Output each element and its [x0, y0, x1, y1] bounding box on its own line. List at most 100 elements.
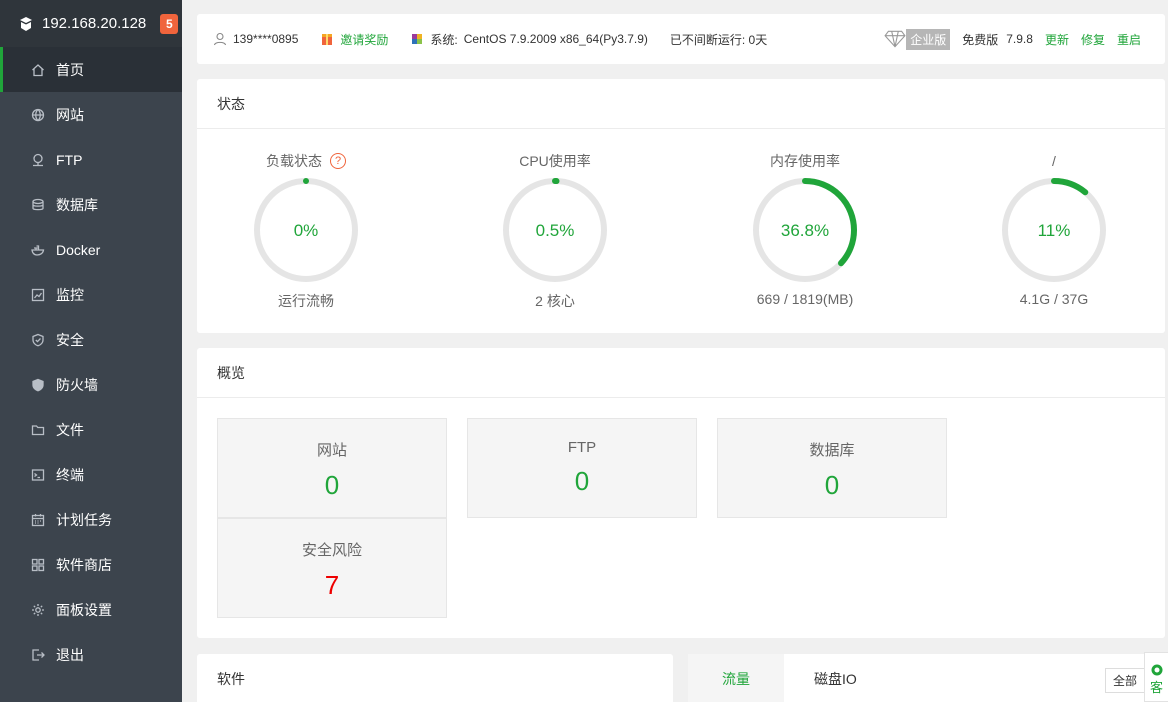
sidebar-item-label: 面板设置 [56, 601, 112, 618]
gauge-subtext: 2 核心 [535, 293, 575, 309]
sidebar-item-store[interactable]: 软件商店 [0, 542, 182, 587]
chat-icon [1151, 664, 1162, 676]
notification-badge[interactable]: 5 [160, 13, 179, 34]
customer-service-button[interactable]: 客 [1144, 652, 1168, 702]
sidebar: 192.168.20.128 5 首页 网站 FTP 数据库 Docker 监控 [0, 0, 182, 702]
ftp-icon [30, 152, 46, 168]
sidebar-item-security[interactable]: 安全 [0, 317, 182, 362]
firewall-icon [30, 377, 46, 393]
panel-version: 7.9.8 [1006, 32, 1033, 46]
home-icon [30, 62, 46, 78]
sidebar-item-label: 首页 [56, 61, 84, 78]
gauge-value: 11% [1038, 221, 1071, 240]
status-panel: 状态 负载状态? 0% 运行流畅 CPU使用率 0.5% 2 核心 内存使用率 … [197, 79, 1165, 333]
sidebar-item-logout[interactable]: 退出 [0, 632, 182, 677]
gauge-load[interactable]: 负载状态? 0% 运行流畅 [231, 151, 381, 311]
invite-reward-label: 邀请奖励 [340, 32, 389, 47]
edition-label: 免费版 [962, 32, 999, 47]
gauge-ring: 11% [1002, 178, 1106, 282]
help-icon[interactable]: ? [330, 153, 346, 169]
gear-icon [30, 602, 46, 618]
repair-link[interactable]: 修复 [1081, 31, 1105, 48]
sidebar-item-label: 监控 [56, 286, 84, 303]
sidebar-item-website[interactable]: 网站 [0, 92, 182, 137]
gauge-memory[interactable]: 内存使用率 36.8% 669 / 1819(MB) [730, 151, 880, 307]
shield-check-icon [30, 332, 46, 348]
card-name: 网站 [316, 442, 347, 459]
sidebar-header[interactable]: 192.168.20.128 5 [0, 0, 182, 47]
server-ip: 192.168.20.128 [42, 15, 147, 32]
apps-icon [30, 557, 46, 573]
logo-icon [20, 16, 32, 31]
sidebar-menu: 首页 网站 FTP 数据库 Docker 监控 安全 防火墙 文件 终端 计划任… [0, 47, 182, 677]
calendar-icon [30, 512, 46, 528]
card-value: 0 [574, 466, 590, 496]
update-link[interactable]: 更新 [1045, 31, 1069, 48]
gauge-label: / [1052, 153, 1056, 169]
sidebar-item-label: 文件 [56, 421, 84, 438]
system-info: 系统: CentOS 7.9.2009 x86_64(Py3.7.9) [410, 31, 648, 48]
globe-icon [30, 107, 46, 123]
sidebar-item-database[interactable]: 数据库 [0, 182, 182, 227]
sidebar-item-monitor[interactable]: 监控 [0, 272, 182, 317]
gauge-cpu[interactable]: CPU使用率 0.5% 2 核心 [480, 151, 630, 311]
sidebar-item-label: 防火墙 [56, 376, 98, 393]
monitor-icon [30, 287, 46, 303]
gauge-value: 0% [294, 221, 319, 240]
uptime: 已不间断运行: 0天 [670, 31, 767, 48]
sidebar-item-label: FTP [56, 151, 83, 168]
enterprise-tag: 企业版 [906, 28, 951, 50]
tab-disk-io[interactable]: 磁盘IO [784, 654, 891, 702]
folder-icon [30, 422, 46, 438]
sidebar-item-cron[interactable]: 计划任务 [0, 497, 182, 542]
gauge-disk[interactable]: / 11% 4.1G / 37G [979, 151, 1129, 307]
overview-card-website[interactable]: 网站 0 [217, 418, 447, 518]
terminal-icon [30, 467, 46, 483]
sidebar-item-ftp[interactable]: FTP [0, 137, 182, 182]
sidebar-item-label: 软件商店 [56, 556, 112, 573]
gauge-subtext: 运行流畅 [278, 293, 334, 309]
sidebar-item-firewall[interactable]: 防火墙 [0, 362, 182, 407]
overview-title: 概览 [197, 348, 1165, 398]
card-name: 数据库 [809, 442, 855, 459]
database-icon [30, 197, 46, 213]
system-version: CentOS 7.9.2009 x86_64(Py3.7.9) [463, 32, 648, 46]
traffic-panel: 流量 磁盘IO 全部 [688, 654, 1165, 702]
gauge-value: 36.8% [781, 221, 829, 240]
overview-panel: 概览 网站 0 FTP 0 数据库 0 安全风险 7 [197, 348, 1165, 638]
username: 139****0895 [233, 32, 299, 46]
traffic-interface-select[interactable]: 全部 [1104, 668, 1145, 693]
traffic-tabs: 流量 磁盘IO [688, 654, 1165, 702]
sidebar-item-home[interactable]: 首页 [0, 47, 182, 92]
gauge-value: 0.5% [536, 221, 575, 240]
gauge-label: 负载状态 [266, 153, 322, 169]
sidebar-item-label: 计划任务 [56, 511, 112, 528]
sidebar-item-label: 网站 [56, 106, 84, 123]
sidebar-item-settings[interactable]: 面板设置 [0, 587, 182, 632]
enterprise-edition-badge[interactable]: 企业版 [884, 28, 951, 50]
top-info-bar: 139****0895 邀请奖励 系统: CentOS 7.9.2009 x86… [197, 14, 1165, 64]
tab-traffic[interactable]: 流量 [688, 654, 784, 702]
gauge-ring: 0% [254, 178, 358, 282]
restart-link[interactable]: 重启 [1117, 31, 1141, 48]
overview-card-database[interactable]: 数据库 0 [717, 418, 947, 518]
sidebar-item-terminal[interactable]: 终端 [0, 452, 182, 497]
user-info[interactable]: 139****0895 [213, 32, 298, 46]
uptime-text: 已不间断运行: 0天 [669, 32, 768, 47]
gauge-label: CPU使用率 [519, 153, 591, 169]
card-name: 安全风险 [301, 542, 362, 559]
invite-reward-link[interactable]: 邀请奖励 [320, 31, 388, 48]
customer-service-label: 客 [1149, 680, 1163, 695]
gauge-ring: 36.8% [753, 178, 857, 282]
user-icon [213, 32, 227, 46]
overview-card-security-risk[interactable]: 安全风险 7 [217, 518, 447, 618]
sidebar-item-label: 终端 [56, 466, 84, 483]
software-panel: 软件 [197, 654, 673, 702]
software-title: 软件 [217, 671, 245, 687]
card-value: 0 [324, 470, 340, 500]
card-name: FTP [567, 439, 597, 456]
sidebar-item-docker[interactable]: Docker [0, 227, 182, 272]
overview-card-ftp[interactable]: FTP 0 [467, 418, 697, 518]
sidebar-item-files[interactable]: 文件 [0, 407, 182, 452]
logout-icon [30, 647, 46, 663]
